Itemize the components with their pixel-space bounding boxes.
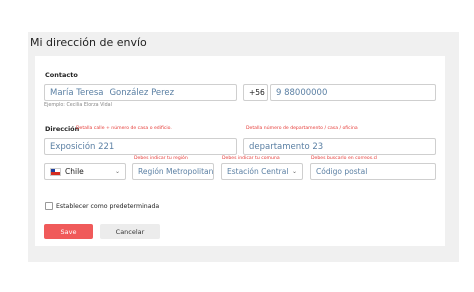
apartment-input[interactable]: departamento 23 (243, 138, 436, 155)
country-select[interactable]: Chile ⌄ (44, 163, 126, 180)
default-checkbox-label: Establecer como predeterminada (56, 203, 160, 210)
chevron-down-icon: ⌄ (114, 168, 120, 175)
save-button[interactable]: Save (44, 224, 93, 239)
street-input[interactable]: Exposición 221 (44, 138, 237, 155)
first-name-value: María Teresa (50, 87, 104, 98)
full-name-input[interactable]: María Teresa González Perez (44, 84, 237, 101)
apartment-value: departamento 23 (249, 141, 324, 152)
phone-prefix-value: +56 (249, 88, 265, 97)
chevron-down-icon: ⌄ (291, 168, 297, 175)
page-title: Mi dirección de envío (30, 36, 147, 49)
name-example: Ejemplo: Cecilia Elorza Vidal (44, 103, 112, 108)
street-value: Exposición 221 (50, 141, 115, 152)
street-hint: Detalla calle + número de casa o edifici… (76, 126, 172, 131)
phone-prefix-input[interactable]: +56 (243, 84, 268, 101)
cancel-button[interactable]: Cancelar (100, 224, 160, 239)
postal-code-input[interactable]: Código postal (310, 163, 436, 180)
postal-hint: Debes buscarlo en correos.cl (311, 156, 378, 161)
comuna-select[interactable]: Estación Central ⌄ (221, 163, 303, 180)
apartment-hint: Detalla número de departamento / casa / … (246, 126, 358, 131)
chile-flag-icon (50, 167, 61, 176)
region-value: Región Metropolitana (138, 167, 214, 176)
last-name-value: González Perez (109, 87, 175, 98)
address-label: Dirección (45, 125, 80, 133)
phone-value: 9 88000000 (276, 87, 328, 98)
contact-label: Contacto (45, 71, 78, 79)
region-select[interactable]: Región Metropolitana ⌄ (132, 163, 214, 180)
default-checkbox[interactable] (45, 202, 53, 210)
postal-placeholder: Código postal (316, 167, 368, 176)
comuna-hint: Debes indicar tu comuna (222, 156, 280, 161)
country-value: Chile (65, 167, 84, 176)
region-hint: Debes indicar tu región (134, 156, 188, 161)
comuna-value: Estación Central (227, 167, 289, 176)
phone-input[interactable]: 9 88000000 (270, 84, 436, 101)
